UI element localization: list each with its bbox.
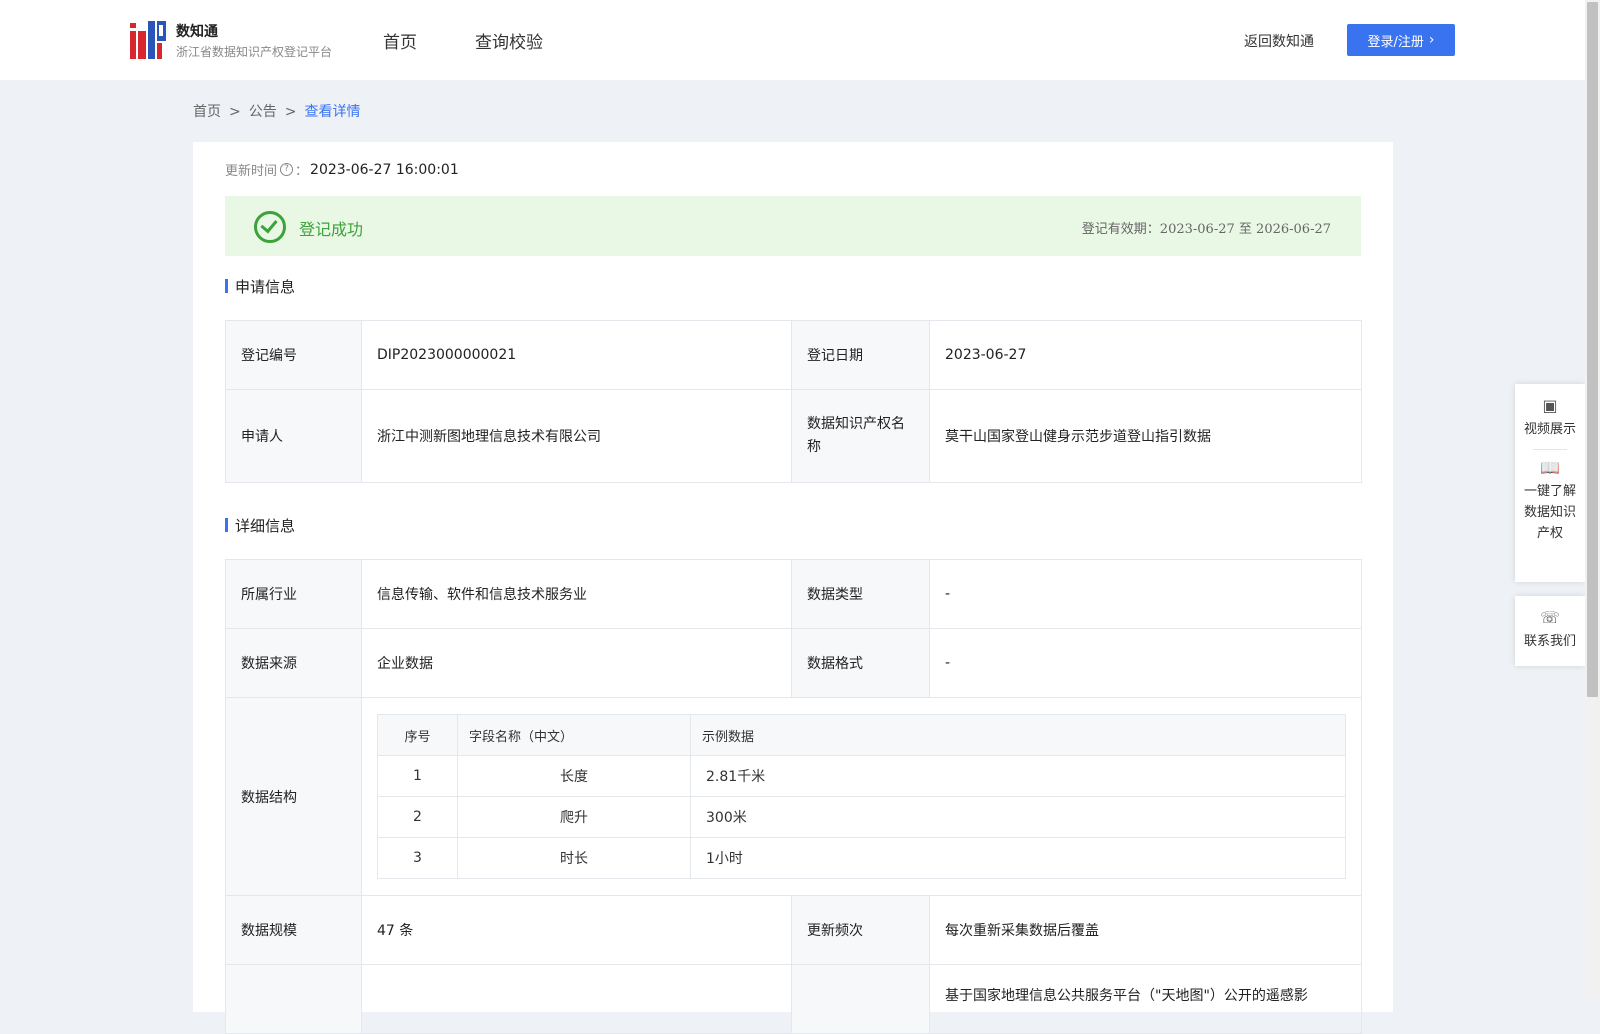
table-row: 3 时长 1小时 bbox=[377, 837, 1346, 879]
table-row: 1 长度 2.81千米 bbox=[377, 755, 1346, 797]
table-row: 基于国家地理信息公共服务平台（"天地图"）公开的遥感影 bbox=[225, 964, 1362, 1034]
contact-us-button[interactable]: ☏ 联系我们 bbox=[1515, 596, 1585, 652]
login-register-button[interactable]: 登录/注册 › bbox=[1347, 24, 1455, 56]
structure-header-row: 序号 字段名称（中文） 示例数据 bbox=[377, 714, 1346, 756]
login-register-label: 登录/注册 bbox=[1367, 34, 1424, 50]
film-icon: ▣ bbox=[1542, 396, 1558, 415]
table-row: 数据结构 序号 字段名称（中文） 示例数据 1 长度 2.81千米 2 爬升 3… bbox=[225, 697, 1362, 896]
detail-card: 更新时间 ? ： 2023-06-27 16:00:01 登记成功 登记有效期：… bbox=[193, 142, 1393, 1034]
breadcrumb-home[interactable]: 首页 bbox=[193, 104, 221, 120]
update-time-row: 更新时间 ? ： 2023-06-27 16:00:01 bbox=[225, 160, 459, 180]
column-header-sample-data: 示例数据 bbox=[690, 714, 1346, 756]
scale-value: 47 条 bbox=[361, 895, 792, 965]
section-title-apply-info: 申请信息 bbox=[225, 276, 295, 297]
reg-no-label: 登记编号 bbox=[225, 320, 362, 390]
reg-date-label: 登记日期 bbox=[791, 320, 930, 390]
table-row: 数据规模 47 条 更新频次 每次重新采集数据后覆盖 bbox=[225, 895, 1362, 965]
back-to-shuzhitong-link[interactable]: 返回数知通 bbox=[1244, 31, 1314, 51]
update-time-value: 2023-06-27 16:00:01 bbox=[310, 161, 459, 178]
format-label: 数据格式 bbox=[791, 628, 930, 698]
video-showcase-label: 视频展示 bbox=[1523, 422, 1576, 437]
breadcrumb-current: 查看详情 bbox=[304, 104, 361, 120]
apply-info-table: 登记编号 DIP2023000000021 登记日期 2023-06-27 申请… bbox=[225, 320, 1362, 483]
video-showcase-button[interactable]: ▣ 视频展示 bbox=[1515, 384, 1585, 440]
validity-label: 登记有效期： bbox=[1081, 222, 1160, 237]
reg-no-value: DIP2023000000021 bbox=[361, 320, 792, 390]
validity-to: 2026-06-27 bbox=[1256, 222, 1331, 237]
row-sample-data: 300米 bbox=[690, 796, 1346, 838]
industry-label: 所属行业 bbox=[225, 559, 362, 629]
book-icon: 📖 bbox=[1540, 458, 1560, 477]
frequency-value: 每次重新采集数据后覆盖 bbox=[929, 895, 1362, 965]
logo-subtitle: 浙江省数据知识产权登记平台 bbox=[176, 45, 333, 59]
top-header: 数知通 浙江省数据知识产权登记平台 首页 查询校验 返回数知通 登录/注册 › bbox=[0, 0, 1585, 80]
data-type-label: 数据类型 bbox=[791, 559, 930, 629]
frequency-label: 更新频次 bbox=[791, 895, 930, 965]
float-panel-top: ▣ 视频展示 📖 一键了解数据知识产权 bbox=[1515, 384, 1585, 582]
row-field-name: 爬升 bbox=[457, 796, 691, 838]
update-time-label: 更新时间 bbox=[225, 164, 278, 179]
row-sample-data: 2.81千米 bbox=[690, 755, 1346, 797]
column-header-field-name: 字段名称（中文） bbox=[457, 714, 691, 756]
nav-query-verify[interactable]: 查询校验 bbox=[475, 28, 543, 53]
ip-name-label: 数据知识产权名称 bbox=[791, 389, 930, 483]
logo-icon[interactable] bbox=[130, 21, 166, 59]
structure-table: 序号 字段名称（中文） 示例数据 1 长度 2.81千米 2 爬升 300米 3… bbox=[377, 714, 1346, 879]
row-index: 1 bbox=[377, 755, 458, 797]
next-row-label-2 bbox=[791, 964, 930, 1034]
column-header-index: 序号 bbox=[377, 714, 458, 756]
table-row: 所属行业 信息传输、软件和信息技术服务业 数据类型 - bbox=[225, 559, 1362, 629]
reg-date-value: 2023-06-27 bbox=[929, 320, 1362, 390]
validity-to-word: 至 bbox=[1238, 222, 1252, 237]
truncated-description: 基于国家地理信息公共服务平台（"天地图"）公开的遥感影 bbox=[929, 964, 1362, 1034]
colon: ： bbox=[295, 164, 309, 179]
table-row: 数据来源 企业数据 数据格式 - bbox=[225, 628, 1362, 698]
breadcrumb-separator: > bbox=[284, 104, 297, 120]
table-row: 申请人 浙江中测新图地理信息技术有限公司 数据知识产权名称 莫干山国家登山健身示… bbox=[225, 389, 1362, 483]
learn-ip-label: 一键了解数据知识产权 bbox=[1523, 484, 1576, 541]
row-index: 2 bbox=[377, 796, 458, 838]
section-title-detail-info: 详细信息 bbox=[225, 515, 295, 536]
table-row: 登记编号 DIP2023000000021 登记日期 2023-06-27 bbox=[225, 320, 1362, 390]
source-value: 企业数据 bbox=[361, 628, 792, 698]
breadcrumb-separator: > bbox=[229, 104, 241, 120]
format-value: - bbox=[929, 628, 1362, 698]
learn-ip-button[interactable]: 📖 一键了解数据知识产权 bbox=[1515, 459, 1585, 544]
help-question-icon[interactable]: ? bbox=[280, 163, 294, 176]
validity-period: 登记有效期：2023-06-27 至 2026-06-27 bbox=[1082, 218, 1331, 237]
chevron-right-icon: › bbox=[1428, 32, 1435, 48]
structure-cell: 序号 字段名称（中文） 示例数据 1 长度 2.81千米 2 爬升 300米 3… bbox=[361, 697, 1362, 896]
detail-info-table: 所属行业 信息传输、软件和信息技术服务业 数据类型 - 数据来源 企业数据 数据… bbox=[225, 559, 1362, 1034]
check-circle-icon bbox=[254, 211, 286, 243]
data-type-value: - bbox=[929, 559, 1362, 629]
next-row-value bbox=[361, 964, 792, 1034]
logo-title[interactable]: 数知通 bbox=[176, 21, 218, 41]
row-field-name: 长度 bbox=[457, 755, 691, 797]
row-index: 3 bbox=[377, 837, 458, 879]
divider bbox=[1533, 449, 1567, 450]
validity-from: 2023-06-27 bbox=[1159, 222, 1235, 237]
row-field-name: 时长 bbox=[457, 837, 691, 879]
status-text: 登记成功 bbox=[299, 220, 364, 239]
scale-label: 数据规模 bbox=[225, 895, 362, 965]
breadcrumb: 首页 > 公告 > 查看详情 bbox=[193, 101, 360, 121]
scrollbar-thumb[interactable] bbox=[1587, 2, 1598, 697]
float-panel-bottom: ☏ 联系我们 bbox=[1515, 596, 1585, 666]
ip-name-value: 莫干山国家登山健身示范步道登山指引数据 bbox=[929, 389, 1362, 483]
breadcrumb-notice[interactable]: 公告 bbox=[249, 104, 277, 120]
industry-value: 信息传输、软件和信息技术服务业 bbox=[361, 559, 792, 629]
row-sample-data: 1小时 bbox=[690, 837, 1346, 879]
applicant-value: 浙江中测新图地理信息技术有限公司 bbox=[361, 389, 792, 483]
next-row-label bbox=[225, 964, 362, 1034]
source-label: 数据来源 bbox=[225, 628, 362, 698]
status-banner: 登记成功 登记有效期：2023-06-27 至 2026-06-27 bbox=[225, 196, 1361, 256]
phone-icon: ☏ bbox=[1539, 608, 1560, 627]
structure-label: 数据结构 bbox=[225, 697, 362, 896]
nav-home[interactable]: 首页 bbox=[383, 28, 417, 53]
contact-us-label: 联系我们 bbox=[1523, 634, 1576, 649]
table-row: 2 爬升 300米 bbox=[377, 796, 1346, 838]
applicant-label: 申请人 bbox=[225, 389, 362, 483]
